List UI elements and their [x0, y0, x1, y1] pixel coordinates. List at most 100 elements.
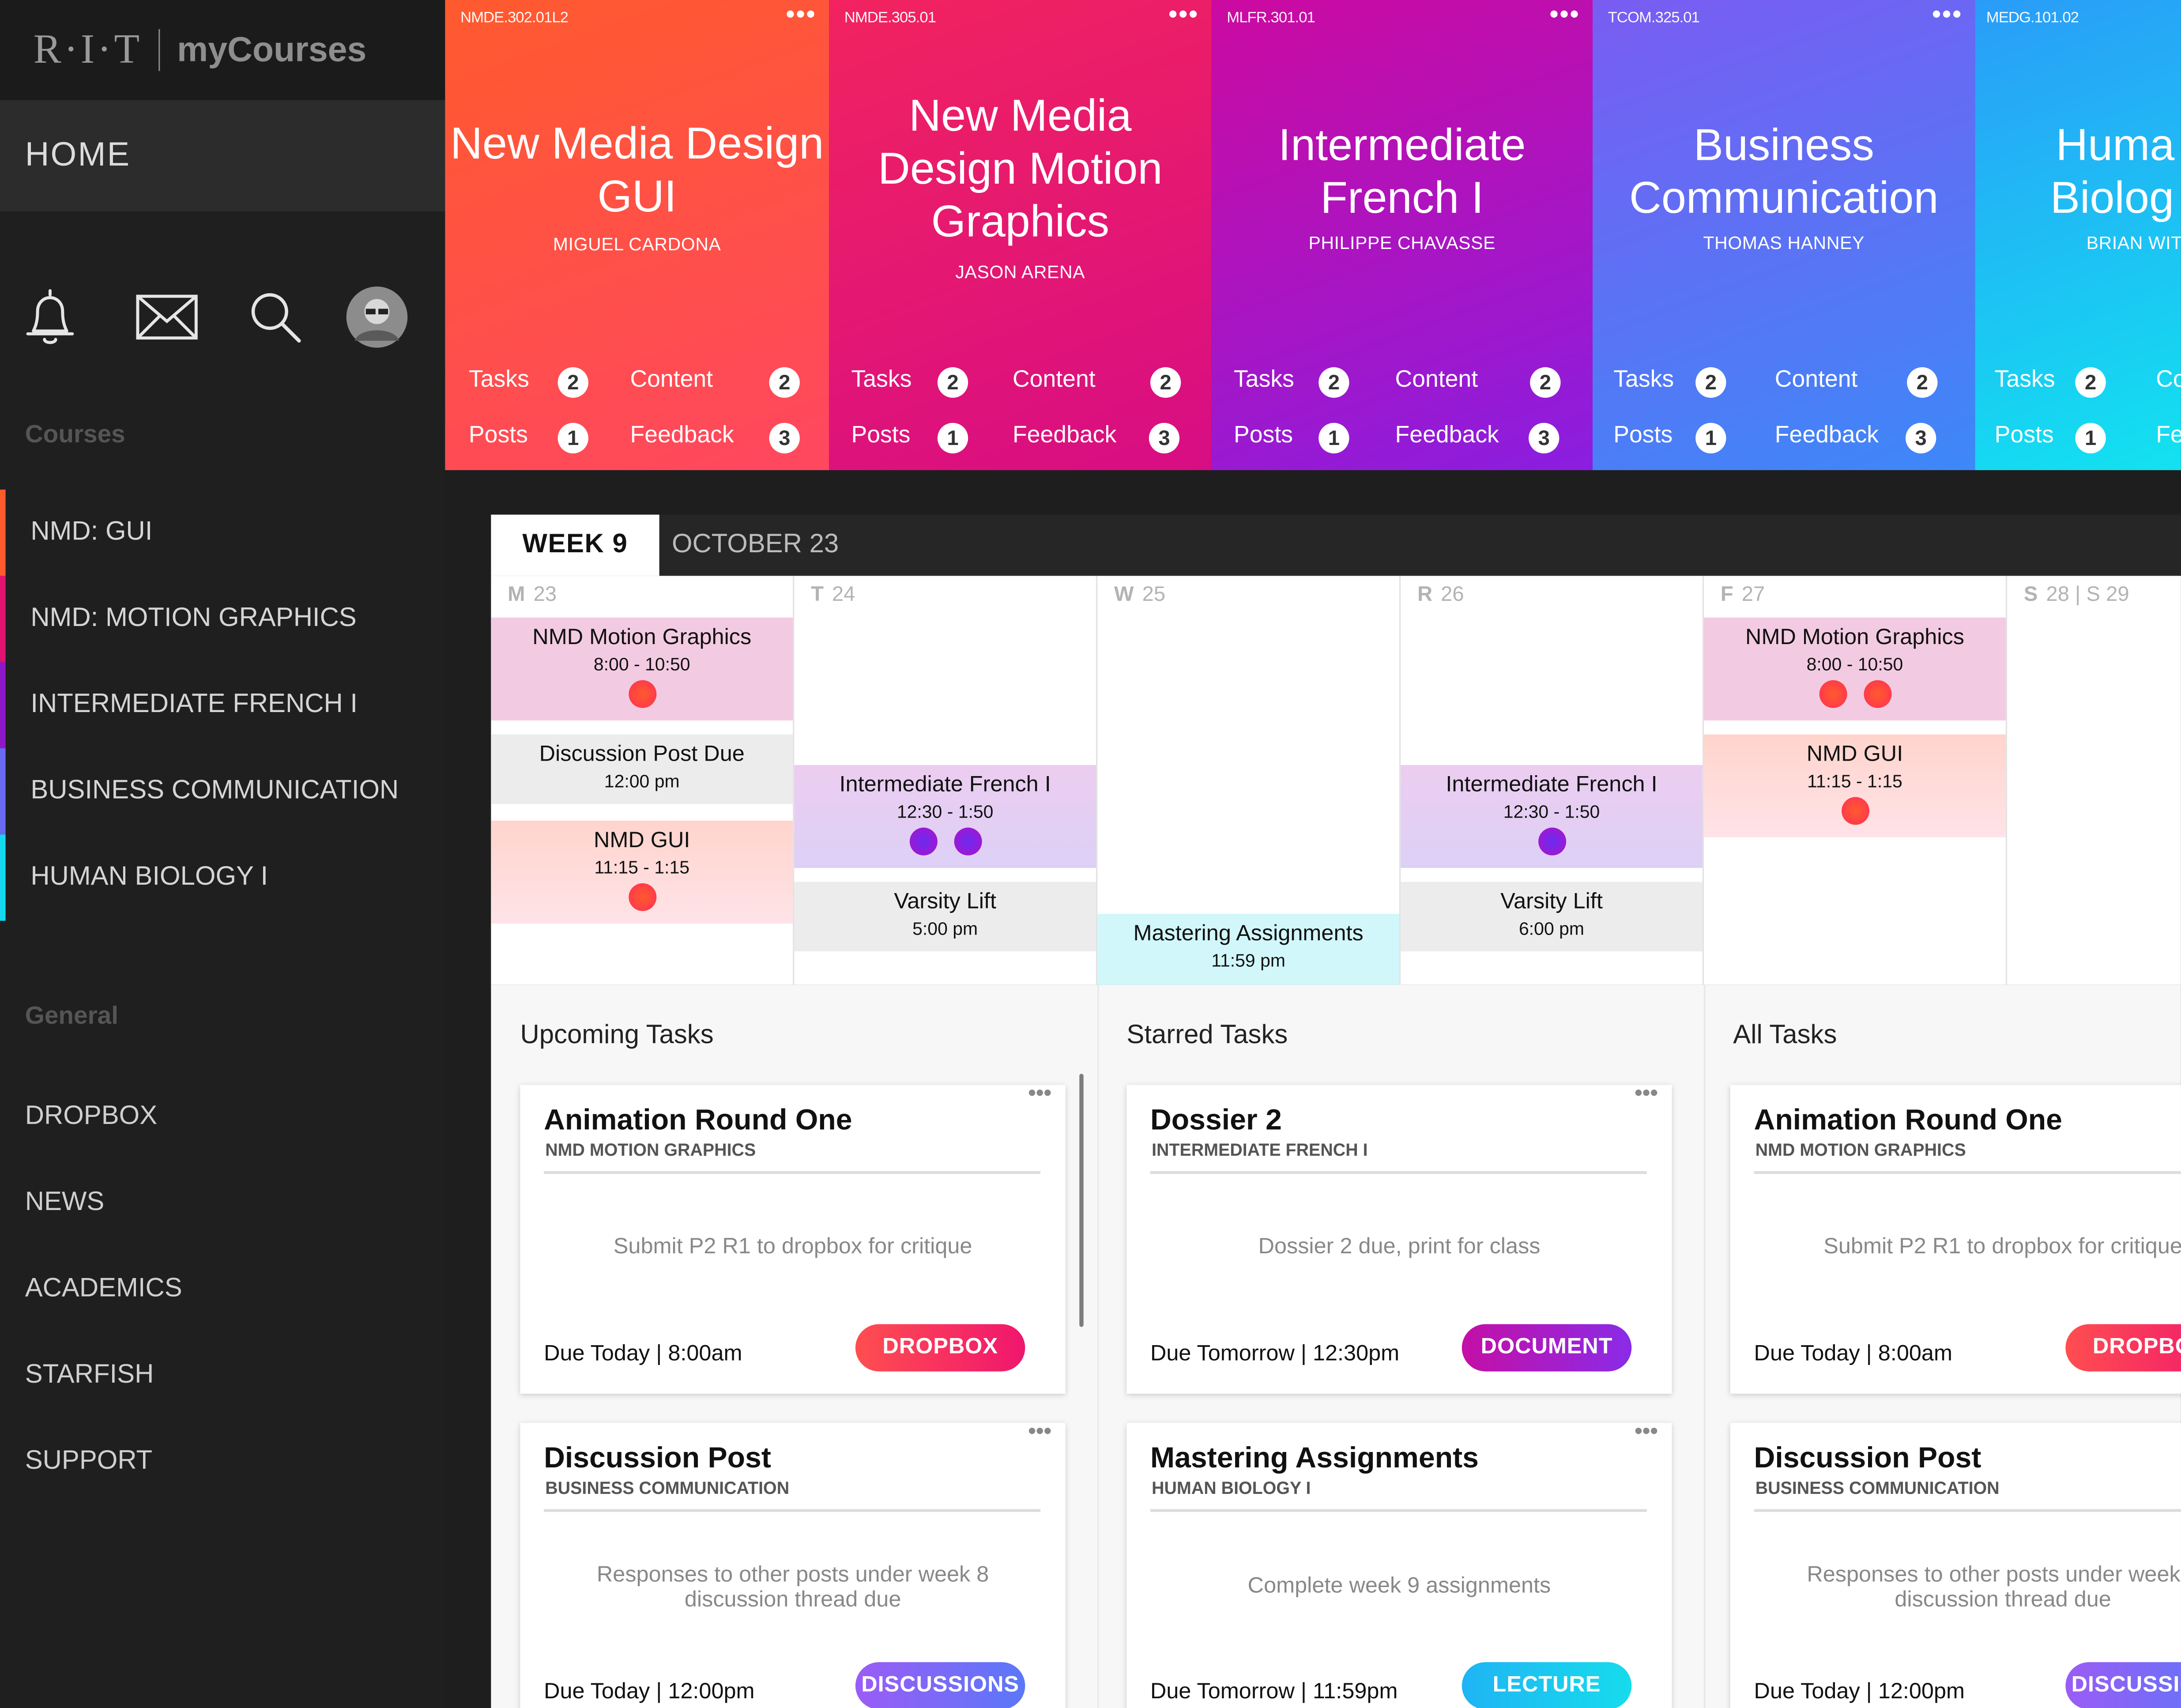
posts-count-badge[interactable]: 1	[557, 422, 588, 454]
document-button[interactable]: DOCUMENT	[1462, 1324, 1632, 1372]
upcoming-scrollbar[interactable]	[1079, 1074, 1084, 1327]
event-varsity-lift[interactable]: Varsity Lift 6:00 pm	[1401, 882, 1703, 952]
sidebar-item-news[interactable]: NEWS	[25, 1188, 105, 1218]
course-dot	[1819, 680, 1847, 708]
course-title: New Media Design Motion Graphics	[878, 90, 1163, 246]
event-nmd-gui[interactable]: NMD GUI 11:15 - 1:15	[491, 820, 793, 924]
sidebar-item-dropbox[interactable]: DROPBOX	[25, 1101, 157, 1132]
content-count-badge[interactable]: 2	[1530, 367, 1561, 398]
sidebar-item-intermediate-french[interactable]: INTERMEDIATE FRENCH I	[0, 662, 445, 749]
tasks-count-badge[interactable]: 2	[1695, 367, 1726, 398]
sidebar-item-business-communication[interactable]: BUSINESS COMMUNICATION	[0, 748, 445, 835]
posts-count-badge[interactable]: 1	[937, 422, 968, 454]
more-options-icon[interactable]: •••	[786, 0, 817, 29]
feedback-count-badge[interactable]: 3	[1906, 422, 1936, 454]
more-options-icon[interactable]: •••	[1168, 0, 1199, 29]
course-code: NMDE.305.01	[844, 10, 936, 26]
tasks-count-badge[interactable]: 2	[2075, 367, 2106, 398]
sidebar-item-starfish[interactable]: STARFISH	[25, 1360, 154, 1391]
dropbox-button[interactable]: DROPBOX	[855, 1324, 1025, 1372]
discussions-button[interactable]: DISCUSSIONS	[2065, 1662, 2181, 1708]
more-options-icon[interactable]: •••	[1028, 1082, 1051, 1107]
event-varsity-lift[interactable]: Varsity Lift 5:00 pm	[794, 882, 1096, 952]
course-dot	[1537, 827, 1566, 856]
content-count-badge[interactable]: 2	[1907, 367, 1938, 398]
event-mastering-assignments[interactable]: Mastering Assignments 11:59 pm	[1097, 914, 1400, 985]
stat-content-label: Content	[630, 366, 713, 392]
week-tab[interactable]: WEEK 9	[491, 514, 659, 576]
event-markers	[491, 883, 793, 918]
dropbox-button[interactable]: DROPBOX	[2065, 1324, 2181, 1372]
feedback-count-badge[interactable]: 3	[1149, 422, 1180, 454]
more-options-icon[interactable]: •••	[1635, 1420, 1658, 1445]
more-options-icon[interactable]: •••	[1635, 1082, 1658, 1107]
event-discussion-post-due[interactable]: Discussion Post Due 12:00 pm	[491, 734, 793, 804]
tasks-count-badge[interactable]: 2	[557, 367, 588, 398]
rit-wordmark: R·I·T	[33, 26, 143, 72]
course-card-nmd-motion[interactable]: NMDE.305.01 ••• New Media Design Motion …	[829, 0, 1212, 470]
course-title: New Media Design GUI	[450, 118, 824, 221]
task-card[interactable]: Animation Round One NMD MOTION GRAPHICS …	[1730, 1085, 2181, 1394]
course-instructor: PHILIPPE CHAVASSE	[1308, 232, 1496, 253]
event-markers	[491, 680, 793, 715]
event-title: Discussion Post Due	[539, 743, 745, 767]
sidebar-item-human-biology[interactable]: HUMAN BIOLOGY I	[0, 834, 445, 921]
column-divider	[1097, 984, 1099, 1708]
day-letter: S	[2023, 583, 2038, 607]
avatar[interactable]	[345, 285, 409, 349]
tasks-count-badge[interactable]: 2	[937, 367, 968, 398]
feedback-count-badge[interactable]: 3	[1529, 422, 1559, 454]
posts-count-badge[interactable]: 1	[1695, 422, 1726, 454]
event-nmd-motion-graphics[interactable]: NMD Motion Graphics 8:00 - 10:50	[1704, 617, 2006, 721]
content-count-badge[interactable]: 2	[1150, 367, 1181, 398]
tasks-area: Upcoming Tasks Starred Tasks All Tasks •…	[491, 984, 2181, 1708]
event-title: NMD Motion Graphics	[532, 626, 752, 650]
task-card[interactable]: ••• Discussion Post BUSINESS COMMUNICATI…	[520, 1420, 1066, 1708]
task-card[interactable]: ••• Mastering Assignments HUMAN BIOLOGY …	[1126, 1420, 1672, 1708]
course-card-nmd-gui[interactable]: NMDE.302.01L2 ••• New Media Design GUI M…	[445, 0, 829, 470]
stat-posts-label: Posts	[1234, 421, 1293, 448]
feedback-count-badge[interactable]: 3	[769, 422, 800, 454]
posts-count-badge[interactable]: 1	[2075, 422, 2106, 454]
sidebar-item-support[interactable]: SUPPORT	[25, 1447, 152, 1477]
task-course: BUSINESS COMMUNICATION	[545, 1478, 790, 1498]
sidebar-item-academics[interactable]: ACADEMICS	[25, 1274, 182, 1305]
discussions-button[interactable]: DISCUSSIONS	[855, 1662, 1025, 1708]
lecture-button[interactable]: LECTURE	[1462, 1662, 1632, 1708]
task-description: Complete week 9 assignments	[1247, 1574, 1551, 1599]
task-card[interactable]: ••• Animation Round One NMD MOTION GRAPH…	[520, 1082, 1066, 1394]
mail-icon[interactable]	[135, 285, 199, 349]
more-options-icon[interactable]: •••	[1932, 0, 1963, 29]
content-count-badge[interactable]: 2	[769, 367, 800, 398]
brand-logo[interactable]: R·I·T myCourses	[0, 0, 445, 100]
event-markers	[1704, 797, 2006, 832]
task-card[interactable]: Discussion Post BUSINESS COMMUNICATION R…	[1730, 1423, 2181, 1708]
course-card-business-comm[interactable]: TCOM.325.01 ••• Business Communication T…	[1593, 0, 1975, 470]
event-intermediate-french[interactable]: Intermediate French I 12:30 - 1:50	[1401, 765, 1703, 868]
search-icon[interactable]	[243, 285, 307, 349]
divider	[1754, 1509, 2181, 1512]
course-dot	[909, 827, 937, 856]
tasks-count-badge[interactable]: 2	[1318, 367, 1349, 398]
sidebar-item-nmd-gui[interactable]: NMD: GUI	[0, 490, 445, 576]
bell-icon[interactable]	[18, 285, 82, 349]
more-options-icon[interactable]: •••	[1550, 0, 1580, 29]
event-intermediate-french[interactable]: Intermediate French I 12:30 - 1:50	[794, 765, 1096, 868]
event-nmd-gui[interactable]: NMD GUI 11:15 - 1:15	[1704, 734, 2006, 837]
event-nmd-motion-graphics[interactable]: NMD Motion Graphics 8:00 - 10:50	[491, 617, 793, 721]
course-title-line1: Huma	[2056, 119, 2175, 170]
more-options-icon[interactable]: •••	[1028, 1420, 1051, 1445]
task-card[interactable]: ••• Dossier 2 INTERMEDIATE FRENCH I Doss…	[1126, 1082, 1672, 1394]
sidebar-toolbar	[0, 285, 445, 355]
sidebar-item-nmd-motion-graphics[interactable]: NMD: MOTION GRAPHICS	[0, 576, 445, 662]
event-title: NMD GUI	[1806, 743, 1903, 767]
starred-tasks-title: Starred Tasks	[1126, 1021, 1288, 1050]
stat-tasks-label: Tasks	[1613, 366, 1674, 392]
task-course: HUMAN BIOLOGY I	[1152, 1478, 1311, 1498]
posts-count-badge[interactable]: 1	[1318, 422, 1349, 454]
home-nav[interactable]: HOME	[0, 100, 445, 211]
course-card-human-biology[interactable]: MEDG.101.02 Huma Biolog BRIAN WIT Tasks …	[1975, 0, 2181, 470]
course-card-french[interactable]: MLFR.301.01 ••• Intermediate French I PH…	[1211, 0, 1593, 470]
stat-tasks-label: Tasks	[851, 366, 912, 392]
day-number: 25	[1142, 583, 1166, 607]
